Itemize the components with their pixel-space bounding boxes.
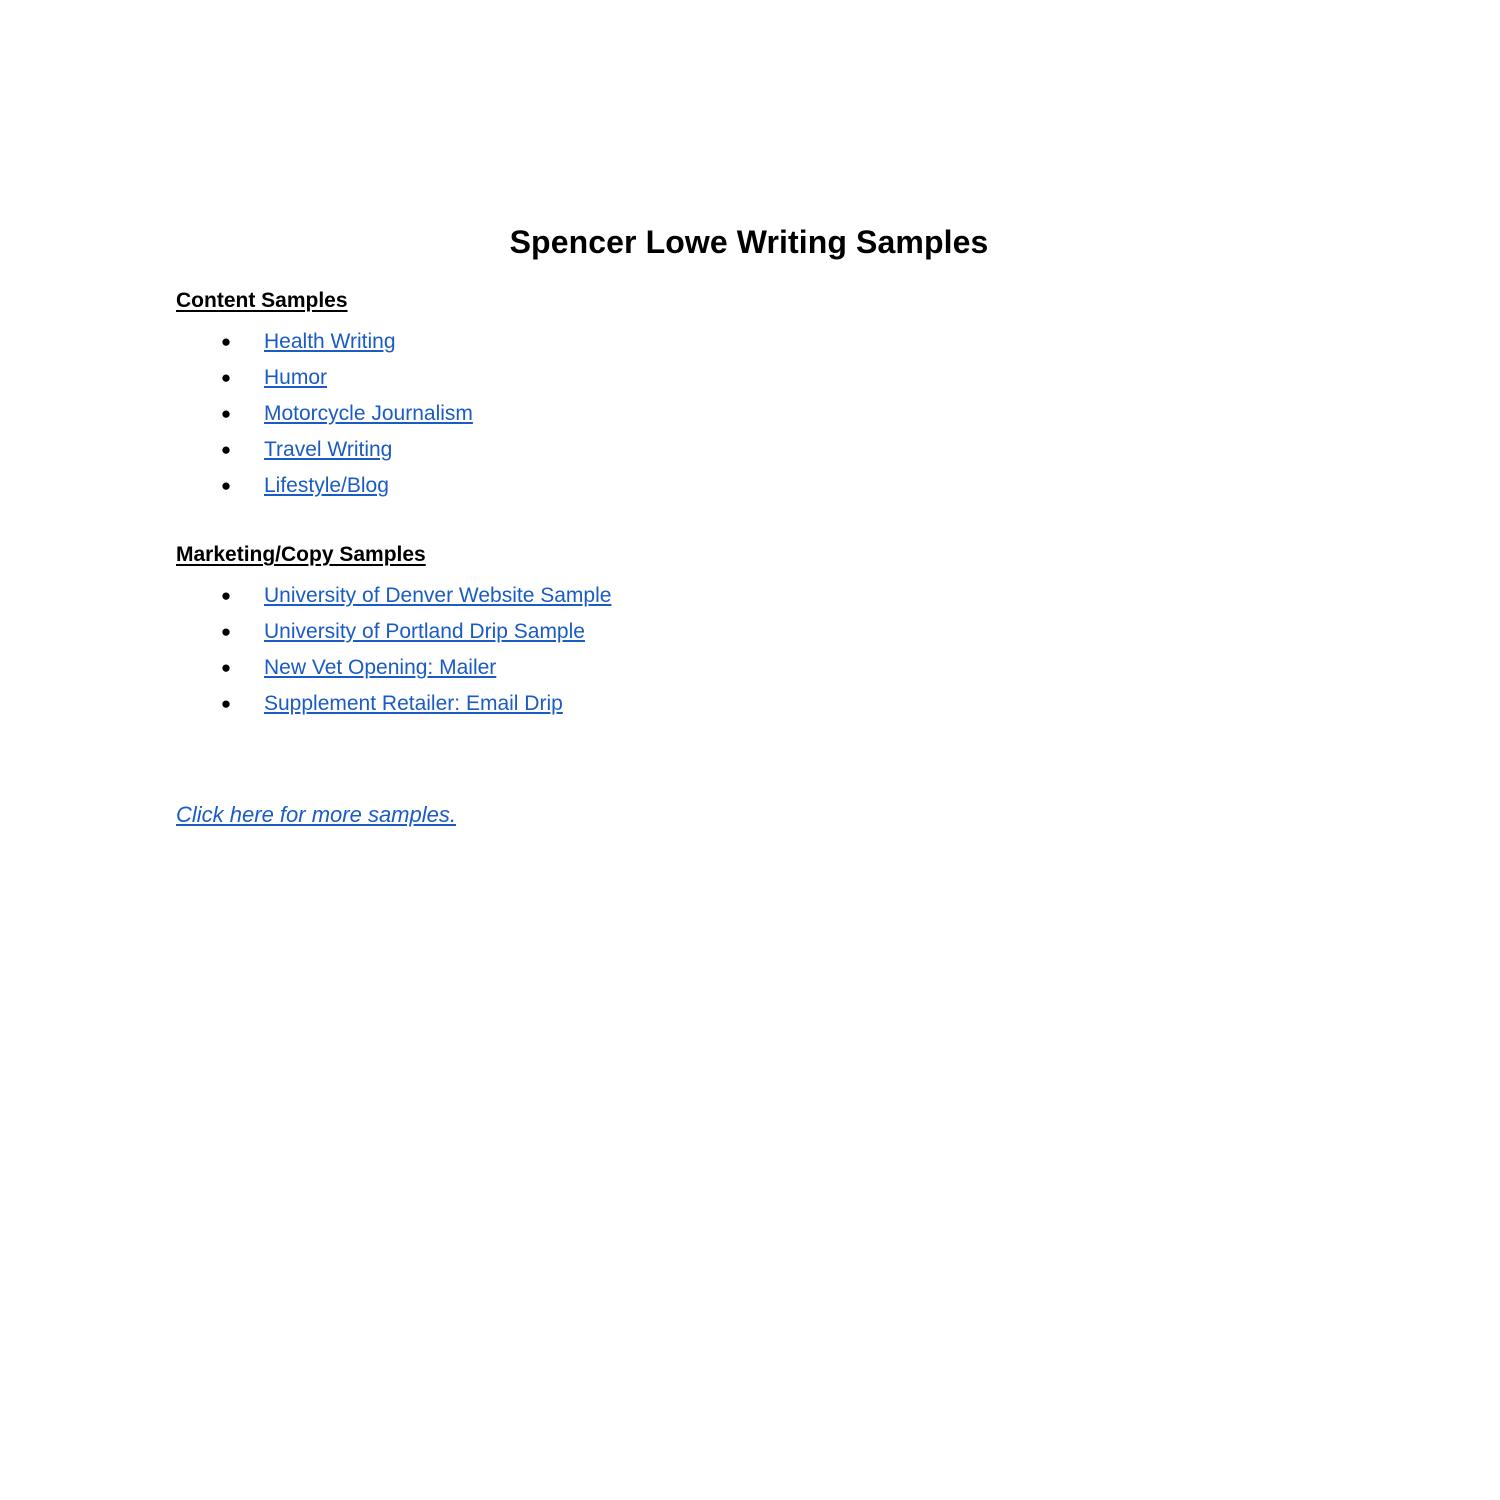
document-body: Spencer Lowe Writing Samples Content Sam… — [176, 222, 1326, 833]
bullet-icon: ● — [220, 404, 232, 423]
content-samples-list: ● Health Writing ● Humor ● Motorcycle Jo… — [176, 324, 1326, 504]
link-humor[interactable]: Humor — [264, 366, 327, 389]
list-item: ● New Vet Opening: Mailer — [176, 650, 1326, 686]
section-content-samples-heading-row: Content Samples — [176, 286, 1326, 318]
marketing-copy-samples-list: ● University of Denver Website Sample ● … — [176, 578, 1326, 722]
list-item: ● Travel Writing — [176, 432, 1326, 468]
list-item: ● Health Writing — [176, 324, 1326, 360]
link-health-writing[interactable]: Health Writing — [264, 330, 396, 353]
section-heading: Content Samples — [176, 289, 348, 312]
link-supplement-retailer-email-drip[interactable]: Supplement Retailer: Email Drip — [264, 692, 563, 715]
page-title: Spencer Lowe Writing Samples — [509, 224, 989, 260]
list-item: ● University of Portland Drip Sample — [176, 614, 1326, 650]
bullet-icon: ● — [220, 586, 232, 605]
bullet-icon: ● — [220, 658, 232, 677]
list-item: ● Supplement Retailer: Email Drip — [176, 686, 1326, 722]
link-motorcycle-journalism[interactable]: Motorcycle Journalism — [264, 402, 473, 425]
bullet-icon: ● — [220, 440, 232, 459]
bullet-icon: ● — [220, 622, 232, 641]
link-more-samples[interactable]: Click here for more samples. — [176, 802, 456, 827]
footer-spacer — [176, 722, 1326, 798]
bullet-icon: ● — [220, 694, 232, 713]
link-university-of-denver-website-sample[interactable]: University of Denver Website Sample — [264, 584, 611, 607]
section-marketing-copy-samples-heading-row: Marketing/Copy Samples — [176, 540, 1326, 572]
bullet-icon: ● — [220, 332, 232, 351]
list-item: ● Lifestyle/Blog — [176, 468, 1326, 504]
link-university-of-portland-drip-sample[interactable]: University of Portland Drip Sample — [264, 620, 585, 643]
list-item: ● University of Denver Website Sample — [176, 578, 1326, 614]
footer-link-row: Click here for more samples. — [176, 798, 1326, 833]
list-item: ● Motorcycle Journalism — [176, 396, 1326, 432]
section-heading: Marketing/Copy Samples — [176, 543, 426, 566]
link-travel-writing[interactable]: Travel Writing — [264, 438, 392, 461]
link-new-vet-opening-mailer[interactable]: New Vet Opening: Mailer — [264, 656, 496, 679]
link-lifestyle-blog[interactable]: Lifestyle/Blog — [264, 474, 389, 497]
bullet-icon: ● — [220, 476, 232, 495]
list-item: ● Humor — [176, 360, 1326, 396]
bullet-icon: ● — [220, 368, 232, 387]
document-page: Spencer Lowe Writing Samples Content Sam… — [0, 0, 1500, 1500]
